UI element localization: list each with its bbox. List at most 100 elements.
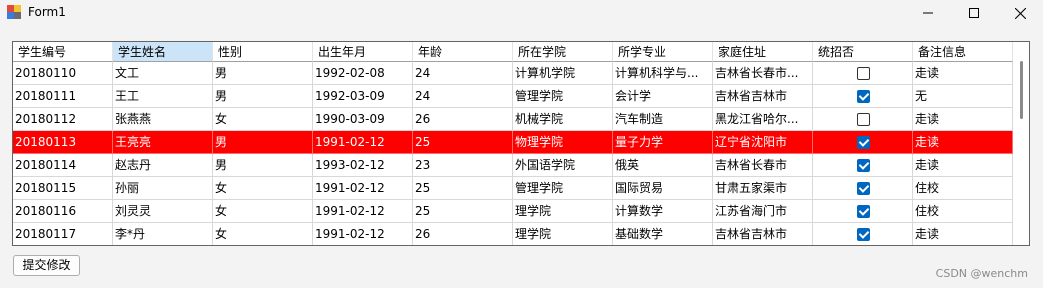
cell-major[interactable]: 俄英 bbox=[613, 154, 713, 177]
enrolled-checkbox[interactable] bbox=[857, 67, 870, 80]
column-header-home-address[interactable]: 家庭住址 bbox=[713, 42, 813, 62]
vertical-scrollbar[interactable] bbox=[1013, 42, 1029, 245]
cell-birth-date[interactable]: 1992-02-08 bbox=[313, 62, 413, 85]
submit-changes-button[interactable]: 提交修改 bbox=[13, 255, 80, 276]
cell-major[interactable]: 会计学 bbox=[613, 85, 713, 108]
cell-remarks[interactable]: 住校 bbox=[913, 200, 1013, 223]
cell-major[interactable]: 量子力学 bbox=[613, 131, 713, 154]
cell-age[interactable]: 25 bbox=[413, 131, 513, 154]
cell-student-id[interactable]: 20180115 bbox=[13, 177, 113, 200]
cell-home-address[interactable]: 吉林省长春市... bbox=[713, 62, 813, 85]
cell-birth-date[interactable]: 1991-02-12 bbox=[313, 223, 413, 245]
cell-birth-date[interactable]: 1991-02-12 bbox=[313, 131, 413, 154]
cell-college[interactable]: 计算机学院 bbox=[513, 62, 613, 85]
cell-college[interactable]: 理学院 bbox=[513, 223, 613, 245]
cell-enrolled[interactable] bbox=[813, 223, 913, 245]
close-button[interactable] bbox=[997, 0, 1043, 26]
cell-student-name[interactable]: 孙丽 bbox=[113, 177, 213, 200]
cell-college[interactable]: 物理学院 bbox=[513, 131, 613, 154]
cell-major[interactable]: 国际贸易 bbox=[613, 177, 713, 200]
cell-home-address[interactable]: 吉林省吉林市 bbox=[713, 85, 813, 108]
cell-enrolled[interactable] bbox=[813, 154, 913, 177]
table-row[interactable]: 20180117 李*丹女 1991-02-12 26 理学院 基础数学 吉林省吉林市 走读 bbox=[13, 223, 1013, 245]
cell-college[interactable]: 管理学院 bbox=[513, 85, 613, 108]
cell-gender[interactable]: 女 bbox=[213, 177, 313, 200]
cell-home-address[interactable]: 黑龙江省哈尔... bbox=[713, 108, 813, 131]
column-header-gender[interactable]: 性别 bbox=[213, 42, 313, 62]
table-row[interactable]: 20180116 刘灵灵女 1991-02-12 25 理学院 计算数学 江苏省海门市 住校 bbox=[13, 200, 1013, 223]
cell-major[interactable]: 计算机科学与... bbox=[613, 62, 713, 85]
maximize-button[interactable] bbox=[951, 0, 997, 26]
cell-birth-date[interactable]: 1991-02-12 bbox=[313, 177, 413, 200]
table-row[interactable]: 20180114 赵志丹男 1993-02-12 23 外国语学院 俄英 吉林省长春市 走读 bbox=[13, 154, 1013, 177]
cell-student-name[interactable]: 赵志丹 bbox=[113, 154, 213, 177]
cell-birth-date[interactable]: 1993-02-12 bbox=[313, 154, 413, 177]
cell-home-address[interactable]: 吉林省吉林市 bbox=[713, 223, 813, 245]
cell-student-id[interactable]: 20180116 bbox=[13, 200, 113, 223]
cell-student-id[interactable]: 20180112 bbox=[13, 108, 113, 131]
cell-remarks[interactable]: 走读 bbox=[913, 223, 1013, 245]
cell-remarks[interactable]: 住校 bbox=[913, 177, 1013, 200]
column-header-student-id[interactable]: 学生编号 bbox=[13, 42, 113, 62]
cell-age[interactable]: 25 bbox=[413, 177, 513, 200]
cell-remarks[interactable]: 无 bbox=[913, 85, 1013, 108]
table-row-highlighted[interactable]: 20180113 王亮亮男 1991-02-12 25 物理学院 量子力学 辽宁省沈阳市 走读 bbox=[13, 131, 1013, 154]
cell-student-id[interactable]: 20180113 bbox=[13, 131, 113, 154]
column-header-student-name[interactable]: 学生姓名 bbox=[113, 42, 213, 62]
table-row[interactable]: 20180112 张燕燕女 1990-03-09 26 机械学院 汽车制造 黑龙江省哈尔..… bbox=[13, 108, 1013, 131]
cell-major[interactable]: 汽车制造 bbox=[613, 108, 713, 131]
enrolled-checkbox[interactable] bbox=[857, 90, 870, 103]
cell-college[interactable]: 管理学院 bbox=[513, 177, 613, 200]
cell-home-address[interactable]: 吉林省长春市 bbox=[713, 154, 813, 177]
cell-age[interactable]: 24 bbox=[413, 85, 513, 108]
cell-gender[interactable]: 女 bbox=[213, 108, 313, 131]
cell-student-name[interactable]: 李*丹 bbox=[113, 223, 213, 245]
cell-student-name[interactable]: 张燕燕 bbox=[113, 108, 213, 131]
enrolled-checkbox[interactable] bbox=[857, 113, 870, 126]
enrolled-checkbox[interactable] bbox=[857, 228, 870, 241]
cell-student-id[interactable]: 20180111 bbox=[13, 85, 113, 108]
cell-college[interactable]: 机械学院 bbox=[513, 108, 613, 131]
cell-student-name[interactable]: 刘灵灵 bbox=[113, 200, 213, 223]
table-row[interactable]: 20180110 文工男 1992-02-08 24 计算机学院 计算机科学与... 吉林省… bbox=[13, 62, 1013, 85]
student-data-grid[interactable]: 学生编号 学生姓名 性别 出生年月 年龄 所在学院 所学专业 家庭住址 统招否 备注信息 2018… bbox=[12, 41, 1030, 246]
cell-remarks[interactable]: 走读 bbox=[913, 108, 1013, 131]
cell-enrolled[interactable] bbox=[813, 62, 913, 85]
cell-gender[interactable]: 男 bbox=[213, 131, 313, 154]
cell-student-name[interactable]: 文工 bbox=[113, 62, 213, 85]
cell-enrolled[interactable] bbox=[813, 200, 913, 223]
cell-gender[interactable]: 男 bbox=[213, 62, 313, 85]
cell-major[interactable]: 计算数学 bbox=[613, 200, 713, 223]
column-header-college[interactable]: 所在学院 bbox=[513, 42, 613, 62]
enrolled-checkbox[interactable] bbox=[857, 136, 870, 149]
cell-college[interactable]: 外国语学院 bbox=[513, 154, 613, 177]
table-row[interactable]: 20180111 王工男 1992-03-09 24 管理学院 会计学 吉林省吉林市 无 bbox=[13, 85, 1013, 108]
column-header-major[interactable]: 所学专业 bbox=[613, 42, 713, 62]
cell-enrolled[interactable] bbox=[813, 177, 913, 200]
cell-major[interactable]: 基础数学 bbox=[613, 223, 713, 245]
cell-student-id[interactable]: 20180114 bbox=[13, 154, 113, 177]
cell-remarks[interactable]: 走读 bbox=[913, 154, 1013, 177]
cell-birth-date[interactable]: 1991-02-12 bbox=[313, 200, 413, 223]
enrolled-checkbox[interactable] bbox=[857, 182, 870, 195]
cell-home-address[interactable]: 江苏省海门市 bbox=[713, 200, 813, 223]
cell-age[interactable]: 26 bbox=[413, 108, 513, 131]
cell-college[interactable]: 理学院 bbox=[513, 200, 613, 223]
cell-remarks[interactable]: 走读 bbox=[913, 131, 1013, 154]
cell-remarks[interactable]: 走读 bbox=[913, 62, 1013, 85]
enrolled-checkbox[interactable] bbox=[857, 205, 870, 218]
cell-student-name[interactable]: 王亮亮 bbox=[113, 131, 213, 154]
cell-age[interactable]: 25 bbox=[413, 200, 513, 223]
cell-home-address[interactable]: 辽宁省沈阳市 bbox=[713, 131, 813, 154]
cell-gender[interactable]: 女 bbox=[213, 223, 313, 245]
cell-gender[interactable]: 男 bbox=[213, 85, 313, 108]
minimize-button[interactable] bbox=[905, 0, 951, 26]
cell-student-name[interactable]: 王工 bbox=[113, 85, 213, 108]
cell-enrolled[interactable] bbox=[813, 108, 913, 131]
cell-age[interactable]: 23 bbox=[413, 154, 513, 177]
column-header-age[interactable]: 年龄 bbox=[413, 42, 513, 62]
column-header-enrolled[interactable]: 统招否 bbox=[813, 42, 913, 62]
cell-enrolled[interactable] bbox=[813, 85, 913, 108]
cell-student-id[interactable]: 20180110 bbox=[13, 62, 113, 85]
cell-age[interactable]: 26 bbox=[413, 223, 513, 245]
